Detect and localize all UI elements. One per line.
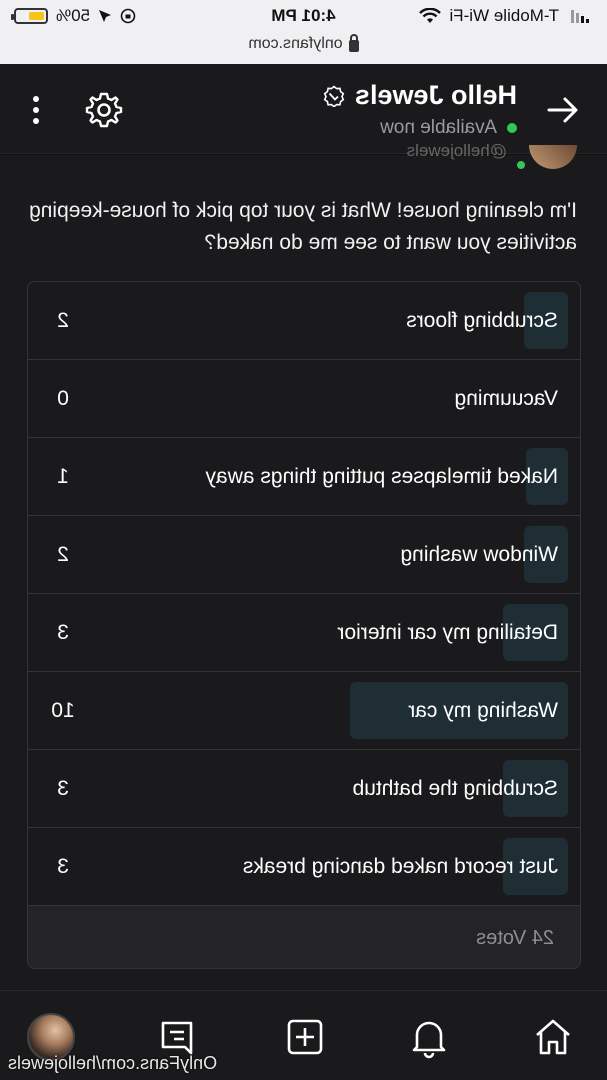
nav-notifications[interactable] bbox=[405, 1013, 453, 1061]
poll-option-count: 2 bbox=[57, 308, 69, 332]
chat-header: Hello Jewels Available now bbox=[0, 64, 607, 154]
poll-option[interactable]: Scrubbing the bathtub 3 bbox=[28, 750, 580, 828]
add-icon bbox=[287, 1019, 323, 1055]
poll-option-label: Window washing bbox=[400, 542, 558, 566]
home-icon bbox=[536, 1019, 570, 1055]
url-bar[interactable]: onlyfans.com bbox=[0, 35, 607, 53]
post-content: @hellojewels I'm cleaning house! What is… bbox=[0, 141, 607, 990]
poll-option-label: Just record naked dancing breaks bbox=[242, 854, 558, 878]
poll-option[interactable]: Detailing my car interior 3 bbox=[28, 594, 580, 672]
poll-option-count: 3 bbox=[57, 854, 69, 878]
poll-option-count: 0 bbox=[57, 386, 69, 410]
status-right: 50% bbox=[14, 6, 136, 26]
back-arrow-icon[interactable] bbox=[545, 92, 581, 128]
poll-option[interactable]: Window washing 2 bbox=[28, 516, 580, 594]
poll: Scrubbing floors 2 Vacuuming 0 Naked timelap… bbox=[27, 281, 581, 969]
availability-status: Available now bbox=[380, 117, 497, 138]
more-vertical-icon[interactable] bbox=[18, 90, 54, 130]
bell-icon bbox=[412, 1021, 446, 1059]
poll-option[interactable]: Washing my car 10 bbox=[28, 672, 580, 750]
poll-option-label: Vacuuming bbox=[454, 386, 558, 410]
online-indicator bbox=[507, 123, 517, 133]
poll-option-count: 1 bbox=[57, 464, 69, 488]
post-text: I'm cleaning house! What is your top pic… bbox=[29, 199, 577, 254]
gear-icon[interactable] bbox=[84, 90, 124, 130]
header-title-block[interactable]: Hello Jewels Available now bbox=[323, 80, 517, 139]
poll-option[interactable]: Vacuuming 0 bbox=[28, 360, 580, 438]
poll-option-label: Washing my car bbox=[408, 698, 558, 722]
page-title: Hello Jewels bbox=[354, 80, 517, 110]
status-bar: T-Mobile Wi-Fi 4:01 PM 50% onlyfans.com bbox=[0, 0, 607, 64]
author-online-indicator bbox=[515, 159, 527, 171]
orientation-lock-icon bbox=[120, 8, 136, 24]
author-handle[interactable]: @hellojewels bbox=[387, 141, 507, 163]
poll-option-label: Naked timelapses putting things away bbox=[205, 464, 558, 488]
nav-home[interactable] bbox=[529, 1013, 577, 1061]
battery-icon bbox=[14, 8, 48, 24]
poll-option[interactable]: Scrubbing floors 2 bbox=[28, 282, 580, 360]
lock-icon bbox=[348, 40, 359, 52]
author-avatar[interactable] bbox=[529, 145, 577, 169]
location-icon bbox=[99, 10, 112, 22]
verified-icon bbox=[323, 84, 345, 107]
poll-option-label: Detailing my car interior bbox=[337, 620, 558, 644]
poll-option-count: 3 bbox=[57, 776, 69, 800]
poll-option-count: 3 bbox=[57, 620, 69, 644]
poll-option[interactable]: Naked timelapses putting things away 1 bbox=[28, 438, 580, 516]
poll-option[interactable]: Just record naked dancing breaks 3 bbox=[28, 828, 580, 906]
url-text: onlyfans.com bbox=[248, 35, 343, 52]
poll-option-count: 2 bbox=[57, 542, 69, 566]
poll-option-label: Scrubbing floors bbox=[406, 308, 558, 332]
nav-add-post[interactable] bbox=[281, 1013, 329, 1061]
bottom-navigation: OnlyFans.com/hellojewels bbox=[0, 990, 607, 1080]
battery-percent: 50% bbox=[56, 6, 91, 25]
poll-vote-total: 24 Votes bbox=[28, 906, 580, 969]
vote-count: 24 Votes bbox=[476, 926, 554, 949]
watermark: OnlyFans.com/hellojewels bbox=[8, 1053, 218, 1073]
poll-option-count: 10 bbox=[51, 698, 75, 722]
poll-option-label: Scrubbing the bathtub bbox=[352, 776, 559, 800]
